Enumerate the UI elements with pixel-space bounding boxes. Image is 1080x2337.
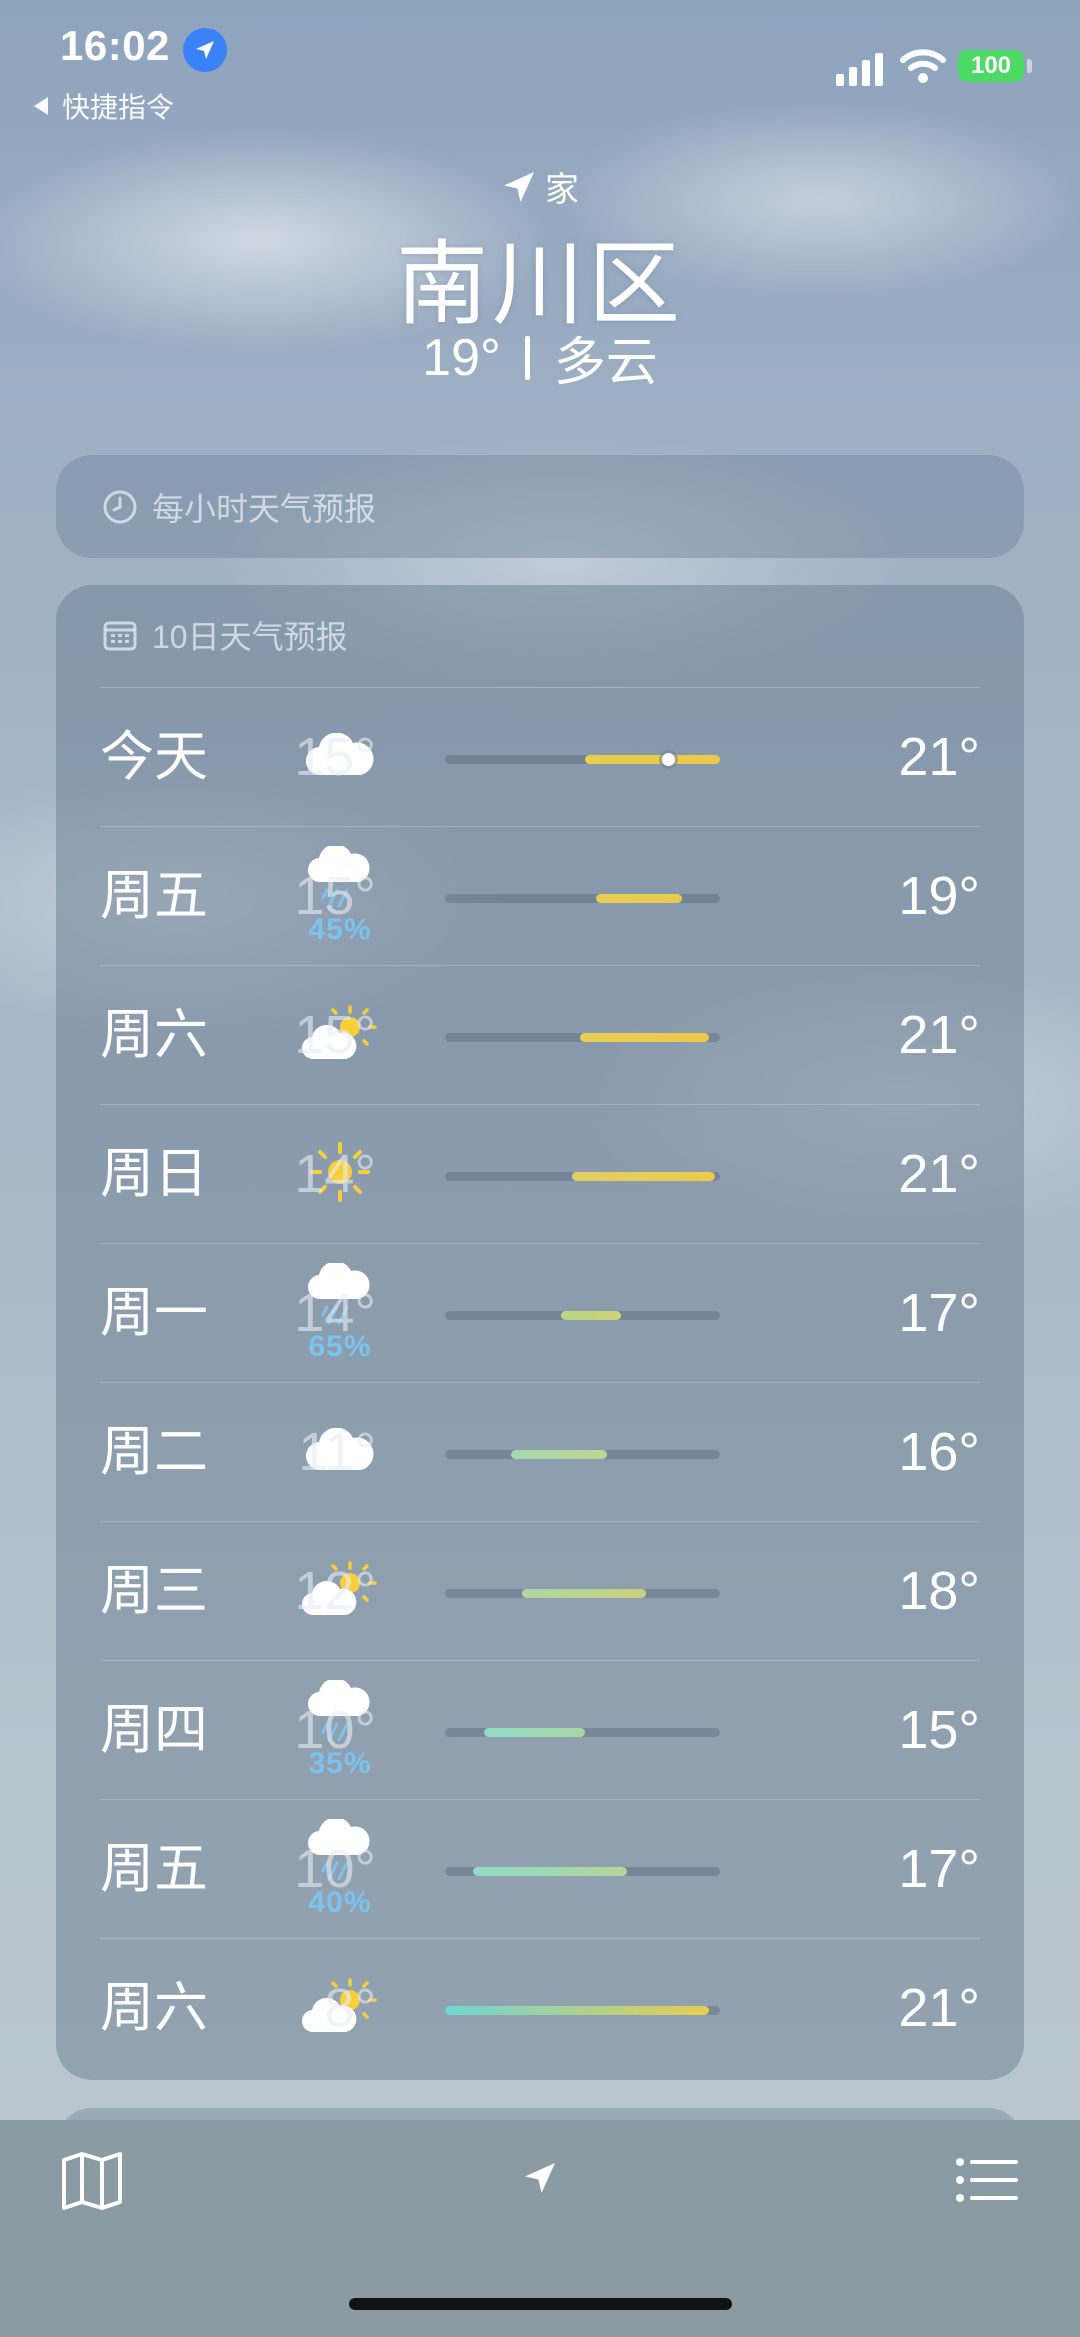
temperature-range-bar	[445, 1033, 720, 1042]
temperature-range-fill	[571, 1172, 715, 1181]
location-name: 家	[545, 171, 579, 209]
low-temperature: 15°	[294, 866, 376, 926]
low-temperature: 14°	[294, 1144, 376, 1204]
temperature-range-fill	[511, 1450, 608, 1459]
forecast-day: 周二	[100, 1422, 208, 1482]
location-label: 家	[0, 162, 1080, 211]
high-temperature: 21°	[898, 1005, 980, 1065]
hourly-card-header: 每小时天气预报	[56, 484, 376, 530]
temperature-range-bar	[445, 894, 720, 903]
high-temperature: 15°	[898, 1700, 980, 1760]
wifi-icon	[900, 49, 946, 83]
high-temperature: 19°	[898, 866, 980, 926]
forecast-row[interactable]: 周一 65% 14° 17°	[100, 1244, 980, 1383]
calendar-icon	[103, 621, 137, 651]
back-label: 快捷指令	[62, 92, 175, 123]
high-temperature: 16°	[898, 1422, 980, 1482]
clock-icon	[103, 490, 137, 523]
daily-card-title: 10日天气预报	[152, 619, 348, 655]
summary-separator	[524, 335, 530, 380]
forecast-row[interactable]: 周二 11° 16°	[100, 1383, 980, 1522]
high-temperature: 21°	[898, 727, 980, 787]
current-condition: 多云	[553, 334, 658, 392]
current-temperature: 19°	[422, 328, 501, 387]
battery-indicator: 100	[958, 50, 1024, 82]
home-indicator	[349, 2298, 732, 2310]
temperature-range-bar	[445, 1589, 720, 1598]
location-arrow-icon[interactable]	[522, 2160, 558, 2196]
forecast-row[interactable]: 今天 15° 21°	[100, 688, 980, 827]
forecast-day: 周日	[100, 1144, 208, 1204]
temperature-range-fill	[560, 1311, 621, 1320]
high-temperature: 17°	[898, 1283, 980, 1343]
low-temperature: 11°	[298, 1422, 376, 1482]
low-temperature: 12°	[294, 1561, 376, 1621]
hourly-forecast-card[interactable]: 每小时天气预报	[56, 455, 1024, 558]
battery-tip	[1027, 59, 1032, 73]
temperature-range-bar	[445, 1867, 720, 1876]
temperature-range-bar	[445, 1450, 720, 1459]
temperature-range-bar	[445, 2006, 720, 2015]
temperature-range-fill	[585, 755, 720, 764]
forecast-day: 周六	[100, 1005, 208, 1065]
cellular-signal-icon	[836, 52, 883, 86]
forecast-row[interactable]: 周六 8° 21°	[100, 1939, 980, 2078]
high-temperature: 17°	[898, 1839, 980, 1899]
low-temperature: 15°	[294, 727, 376, 787]
temperature-range-fill	[472, 1867, 627, 1876]
back-caret-icon	[34, 97, 48, 115]
forecast-day: 周五	[100, 866, 208, 926]
forecast-day: 周四	[100, 1700, 208, 1760]
forecast-day: 周三	[100, 1561, 208, 1621]
current-summary: 19° 多云	[0, 320, 1080, 395]
low-temperature: 10°	[294, 1839, 376, 1899]
hourly-card-title: 每小时天气预报	[152, 490, 377, 527]
forecast-row[interactable]: 周五 45% 15° 19°	[100, 827, 980, 966]
forecast-row[interactable]: 周五 40% 10° 17°	[100, 1800, 980, 1939]
low-temperature: 14°	[294, 1283, 376, 1343]
back-to-shortcuts-link[interactable]: 快捷指令	[34, 86, 174, 126]
ten-day-forecast-card[interactable]: 10日天气预报 今天 15° 21° 周五 45% 15° 19° 周六 15° 21° 周日 14°…	[56, 585, 1024, 2080]
location-arrow-icon	[504, 171, 534, 202]
high-temperature: 21°	[898, 1144, 980, 1204]
status-time: 16:02	[60, 22, 170, 69]
low-temperature: 8°	[324, 1978, 376, 2038]
low-temperature: 15°	[294, 1005, 376, 1065]
forecast-row[interactable]: 周日 14° 21°	[100, 1105, 980, 1244]
temperature-range-bar	[445, 753, 720, 766]
daily-card-header: 10日天气预报	[56, 585, 1024, 685]
forecast-row[interactable]: 周四 35% 10° 15°	[100, 1661, 980, 1800]
current-temperature-marker	[661, 753, 675, 766]
temperature-range-fill	[522, 1589, 646, 1598]
list-icon[interactable]	[956, 2158, 1018, 2202]
forecast-day: 周六	[100, 1978, 208, 2038]
temperature-range-fill	[445, 2006, 709, 2015]
temperature-range-bar	[445, 1311, 720, 1320]
high-temperature: 21°	[898, 1978, 980, 2038]
temperature-range-fill	[579, 1033, 709, 1042]
low-temperature: 10°	[294, 1700, 376, 1760]
temperature-range-bar	[445, 1172, 720, 1181]
forecast-row[interactable]: 周三 12° 18°	[100, 1522, 980, 1661]
forecast-day: 周五	[100, 1839, 208, 1899]
temperature-range-fill	[483, 1728, 586, 1737]
forecast-row[interactable]: 周六 15° 21°	[100, 966, 980, 1105]
forecast-day: 今天	[100, 727, 208, 787]
location-active-icon	[183, 28, 227, 72]
temperature-range-bar	[445, 1728, 720, 1737]
temperature-range-fill	[596, 894, 682, 903]
high-temperature: 18°	[898, 1561, 980, 1621]
forecast-day: 周一	[100, 1283, 208, 1343]
map-icon[interactable]	[60, 2150, 124, 2212]
